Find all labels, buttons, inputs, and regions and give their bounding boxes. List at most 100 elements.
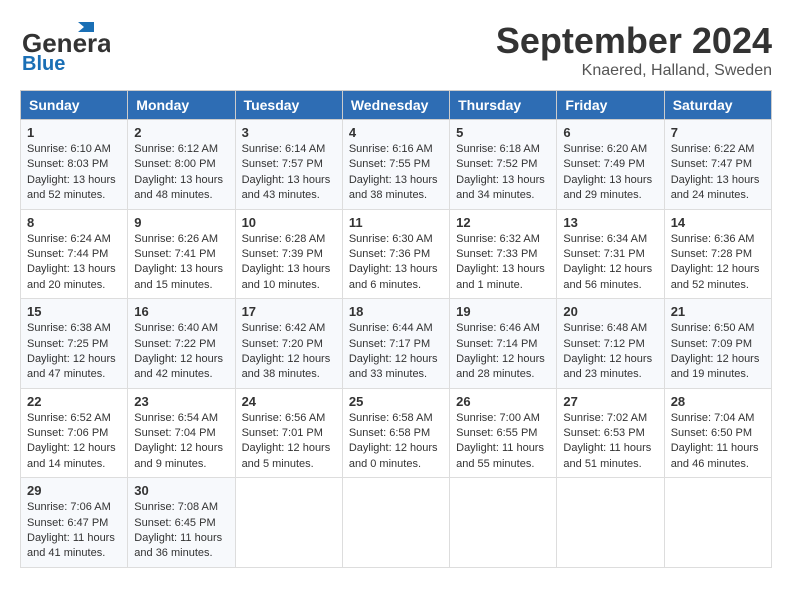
day-number: 20: [563, 304, 657, 319]
cell-line: Sunrise: 6:56 AM: [242, 411, 336, 426]
cell-line: Daylight: 12 hours: [134, 352, 228, 367]
day-number: 26: [456, 394, 550, 409]
calendar-cell: 21Sunrise: 6:50 AMSunset: 7:09 PMDayligh…: [664, 299, 771, 389]
weekday-header-thursday: Thursday: [450, 91, 557, 120]
month-title: September 2024: [496, 20, 772, 62]
calendar-cell: 18Sunrise: 6:44 AMSunset: 7:17 PMDayligh…: [342, 299, 449, 389]
day-number: 19: [456, 304, 550, 319]
calendar-cell: 26 Sunrise: 7:00 AMSunset: 6:55 PMDayligh…: [450, 388, 557, 478]
cell-content: Sunrise: 6:16 AMSunset: 7:55 PMDaylight:…: [349, 142, 443, 204]
calendar-cell: 3Sunrise: 6:14 AMSunset: 7:57 PMDaylight…: [235, 120, 342, 210]
cell-line: Sunset: 7:01 PM: [242, 426, 336, 441]
day-number: 8: [27, 215, 121, 230]
calendar-cell: 22Sunrise: 6:52 AMSunset: 7:06 PMDayligh…: [21, 388, 128, 478]
cell-line: Sunrise: 6:24 AM: [27, 232, 121, 247]
calendar-cell: 28Sunrise: 7:04 AMSunset: 6:50 PMDayligh…: [664, 388, 771, 478]
weekday-header-monday: Monday: [128, 91, 235, 120]
calendar-cell: [557, 478, 664, 568]
cell-line: Sunset: 7:47 PM: [671, 157, 765, 172]
cell-content: Sunrise: 6:36 AMSunset: 7:28 PMDaylight:…: [671, 232, 765, 294]
cell-content: Sunrise: 7:06 AMSunset: 6:47 PMDaylight:…: [27, 500, 121, 562]
calendar-cell: [450, 478, 557, 568]
day-number: 29: [27, 483, 121, 498]
cell-line: and 6 minutes.: [349, 278, 443, 293]
day-number: 30: [134, 483, 228, 498]
calendar-cell: 25Sunrise: 6:58 AMSunset: 6:58 PMDayligh…: [342, 388, 449, 478]
day-number: 11: [349, 215, 443, 230]
cell-line: Daylight: 13 hours: [242, 262, 336, 277]
cell-line: and 24 minutes.: [671, 188, 765, 203]
cell-line: Sunset: 7:44 PM: [27, 247, 121, 262]
cell-content: Sunrise: 6:10 AMSunset: 8:03 PMDaylight:…: [27, 142, 121, 204]
cell-line: Daylight: 13 hours: [242, 173, 336, 188]
cell-line: and 36 minutes.: [134, 546, 228, 561]
cell-content: Sunrise: 6:44 AMSunset: 7:17 PMDaylight:…: [349, 321, 443, 383]
cell-content: Sunrise: 7:08 AMSunset: 6:45 PMDaylight:…: [134, 500, 228, 562]
logo-svg: General Blue: [20, 20, 110, 75]
cell-content: Sunrise: 6:46 AMSunset: 7:14 PMDaylight:…: [456, 321, 550, 383]
cell-line: Daylight: 13 hours: [27, 173, 121, 188]
cell-content: Sunrise: 6:28 AMSunset: 7:39 PMDaylight:…: [242, 232, 336, 294]
cell-line: and 34 minutes.: [456, 188, 550, 203]
calendar-cell: 19 Sunrise: 6:46 AMSunset: 7:14 PMDayligh…: [450, 299, 557, 389]
cell-content: Sunrise: 6:20 AMSunset: 7:49 PMDaylight:…: [563, 142, 657, 204]
day-number: 12: [456, 215, 550, 230]
cell-line: Daylight: 12 hours: [563, 262, 657, 277]
cell-line: Sunset: 6:47 PM: [27, 516, 121, 531]
cell-line: and 52 minutes.: [27, 188, 121, 203]
cell-line: Sunrise: 7:08 AM: [134, 500, 228, 515]
calendar-cell: 23Sunrise: 6:54 AMSunset: 7:04 PMDayligh…: [128, 388, 235, 478]
cell-line: Sunset: 6:45 PM: [134, 516, 228, 531]
cell-line: Sunrise: 6:54 AM: [134, 411, 228, 426]
cell-line: and 20 minutes.: [27, 278, 121, 293]
cell-content: Sunrise: 7:02 AMSunset: 6:53 PMDaylight:…: [563, 411, 657, 473]
cell-line: Sunrise: 6:16 AM: [349, 142, 443, 157]
cell-line: Sunrise: 6:34 AM: [563, 232, 657, 247]
cell-line: Daylight: 13 hours: [563, 173, 657, 188]
cell-line: Sunrise: 7:06 AM: [27, 500, 121, 515]
day-number: 28: [671, 394, 765, 409]
calendar-cell: [342, 478, 449, 568]
calendar-cell: 8 Sunrise: 6:24 AMSunset: 7:44 PMDaylight…: [21, 209, 128, 299]
calendar-cell: 30 Sunrise: 7:08 AMSunset: 6:45 PMDayligh…: [128, 478, 235, 568]
cell-line: Daylight: 13 hours: [349, 173, 443, 188]
cell-content: Sunrise: 6:38 AMSunset: 7:25 PMDaylight:…: [27, 321, 121, 383]
logo: General Blue: [20, 20, 110, 75]
cell-line: Sunrise: 6:46 AM: [456, 321, 550, 336]
day-number: 27: [563, 394, 657, 409]
day-number: 5: [456, 125, 550, 140]
calendar-cell: 11Sunrise: 6:30 AMSunset: 7:36 PMDayligh…: [342, 209, 449, 299]
cell-line: Daylight: 12 hours: [27, 441, 121, 456]
cell-line: and 51 minutes.: [563, 457, 657, 472]
cell-line: Sunset: 7:12 PM: [563, 337, 657, 352]
cell-line: Sunset: 6:53 PM: [563, 426, 657, 441]
cell-content: Sunrise: 6:52 AMSunset: 7:06 PMDaylight:…: [27, 411, 121, 473]
day-number: 23: [134, 394, 228, 409]
cell-line: Sunset: 8:00 PM: [134, 157, 228, 172]
day-number: 2: [134, 125, 228, 140]
calendar-cell: [235, 478, 342, 568]
weekday-header-row: SundayMondayTuesdayWednesdayThursdayFrid…: [21, 91, 772, 120]
cell-content: Sunrise: 7:00 AMSunset: 6:55 PMDaylight:…: [456, 411, 550, 473]
cell-line: and 56 minutes.: [563, 278, 657, 293]
cell-line: and 33 minutes.: [349, 367, 443, 382]
day-number: 14: [671, 215, 765, 230]
cell-line: Daylight: 13 hours: [456, 262, 550, 277]
cell-content: Sunrise: 6:14 AMSunset: 7:57 PMDaylight:…: [242, 142, 336, 204]
cell-line: Daylight: 12 hours: [671, 352, 765, 367]
cell-line: Sunrise: 6:44 AM: [349, 321, 443, 336]
day-number: 13: [563, 215, 657, 230]
cell-content: Sunrise: 6:58 AMSunset: 6:58 PMDaylight:…: [349, 411, 443, 473]
cell-line: Sunrise: 6:32 AM: [456, 232, 550, 247]
cell-line: Daylight: 13 hours: [349, 262, 443, 277]
cell-line: and 41 minutes.: [27, 546, 121, 561]
cell-line: and 28 minutes.: [456, 367, 550, 382]
day-number: 6: [563, 125, 657, 140]
cell-line: Daylight: 13 hours: [27, 262, 121, 277]
cell-content: Sunrise: 6:40 AMSunset: 7:22 PMDaylight:…: [134, 321, 228, 383]
calendar-cell: 4Sunrise: 6:16 AMSunset: 7:55 PMDaylight…: [342, 120, 449, 210]
cell-line: Sunset: 7:14 PM: [456, 337, 550, 352]
cell-content: Sunrise: 6:56 AMSunset: 7:01 PMDaylight:…: [242, 411, 336, 473]
cell-line: Sunrise: 6:28 AM: [242, 232, 336, 247]
cell-line: Sunrise: 6:42 AM: [242, 321, 336, 336]
